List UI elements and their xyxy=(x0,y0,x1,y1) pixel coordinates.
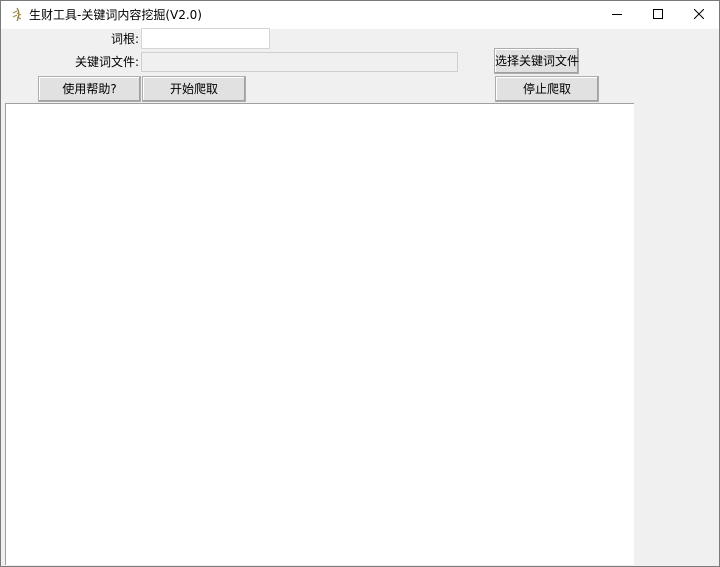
root-input[interactable] xyxy=(141,28,270,49)
file-path-field[interactable] xyxy=(141,52,458,72)
title-bar[interactable]: 生财工具-关键词内容挖掘(V2.0) xyxy=(1,1,719,29)
select-file-button[interactable]: 选择关键词文件 xyxy=(494,48,579,74)
root-label: 词根: xyxy=(110,32,139,46)
maximize-button[interactable] xyxy=(638,1,678,29)
close-icon xyxy=(693,8,705,22)
close-button[interactable] xyxy=(679,1,719,29)
file-label: 关键词文件: xyxy=(74,55,139,69)
start-button[interactable]: 开始爬取 xyxy=(142,76,246,102)
minimize-button[interactable] xyxy=(597,1,637,29)
stop-button[interactable]: 停止爬取 xyxy=(495,76,599,102)
output-text-area[interactable] xyxy=(5,103,634,565)
maximize-icon xyxy=(653,8,663,22)
help-button[interactable]: 使用帮助? xyxy=(38,76,141,102)
minimize-icon xyxy=(612,8,622,22)
window-title: 生财工具-关键词内容挖掘(V2.0) xyxy=(29,8,202,22)
feather-app-icon xyxy=(10,7,24,23)
app-window: 生财工具-关键词内容挖掘(V2.0) 词根: 关键词文件: 选择关键词文件 使用… xyxy=(0,0,720,567)
